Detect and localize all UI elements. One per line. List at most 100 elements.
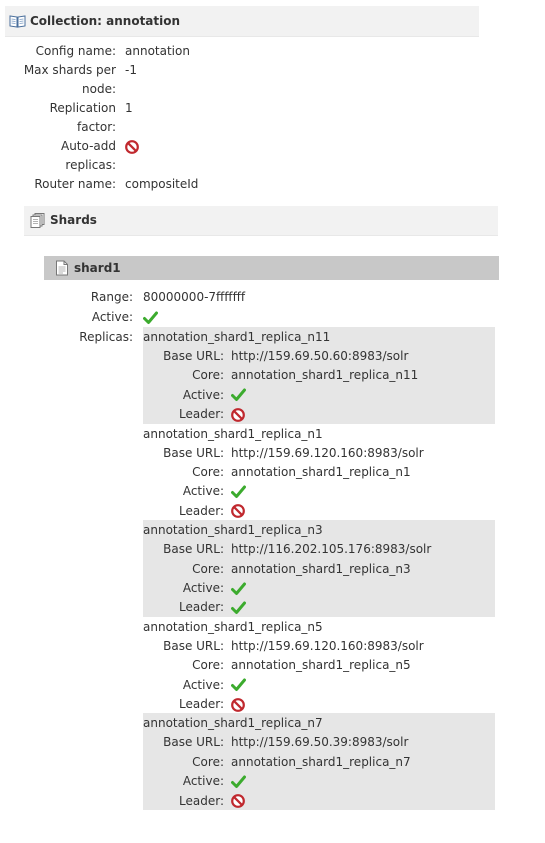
checkmark-icon <box>231 601 246 614</box>
prop-row: node: <box>0 80 480 99</box>
replica-name: annotation_shard1_replica_n7 <box>143 716 323 731</box>
shards-header[interactable]: Shards <box>24 206 498 236</box>
prop-row: Auto-add <box>0 137 480 156</box>
replica-name: annotation_shard1_replica_n5 <box>143 619 323 634</box>
checkmark-icon <box>231 388 246 402</box>
disabled-icon <box>125 139 139 154</box>
replica-base-url-label: Base URL: <box>163 445 224 460</box>
replica-active-status <box>231 579 246 598</box>
replica-leader-status <box>231 695 245 714</box>
replica-core-row: Core: annotation_shard1_replica_n11 <box>143 366 495 385</box>
prop-label: Max shards per <box>23 63 116 77</box>
replica-item: annotation_shard1_replica_n7 Base URL: htt… <box>143 713 495 810</box>
replica-core-row: Core: annotation_shard1_replica_n1 <box>143 463 495 482</box>
replica-list: annotation_shard1_replica_n11 Base URL: ht… <box>143 327 495 810</box>
replica-leader-row: Leader: <box>143 502 495 521</box>
replica-active-row: Active: <box>143 386 495 405</box>
checkmark-icon <box>231 582 246 595</box>
replica-base-url[interactable]: http://159.69.50.39:8983/solr <box>231 733 408 752</box>
replica-base-url-row: Base URL: http://159.69.50.39:8983/solr <box>143 733 495 752</box>
replica-core: annotation_shard1_replica_n5 <box>231 658 411 673</box>
replica-name: annotation_shard1_replica_n3 <box>143 523 323 538</box>
shard-active-value <box>143 308 158 327</box>
shard-active-row: Active: <box>0 308 158 327</box>
replica-leader-status <box>231 598 246 617</box>
replica-core: annotation_shard1_replica_n1 <box>231 465 411 479</box>
replica-active-status <box>231 482 246 501</box>
replica-leader-label: Leader: <box>179 697 224 711</box>
replica-active-status <box>231 676 246 695</box>
replica-base-url[interactable]: http://116.202.105.176:8983/solr <box>231 540 431 559</box>
replica-base-url-label: Base URL: <box>163 542 224 557</box>
replica-item: annotation_shard1_replica_n1 Base URL: htt… <box>143 424 495 521</box>
replica-leader-status <box>231 405 245 424</box>
replica-core-row: Core: annotation_shard1_replica_n5 <box>143 656 495 675</box>
replica-active-label: Active: <box>182 387 224 402</box>
prop-label: replicas: <box>65 158 116 172</box>
prop-row: replicas: <box>0 156 480 175</box>
replica-leader-label: Leader: <box>179 600 224 615</box>
replica-active-row: Active: <box>143 482 495 501</box>
replica-core: annotation_shard1_replica_n7 <box>231 754 411 769</box>
replica-base-url[interactable]: http://159.69.120.160:8983/solr <box>231 637 424 656</box>
replica-active-label: Active: <box>182 774 224 789</box>
replica-base-url-row: Base URL: http://116.202.105.176:8983/sol… <box>143 540 495 559</box>
prop-row: Replication 1 <box>0 99 480 118</box>
replica-item: annotation_shard1_replica_n5 Base URL: htt… <box>143 617 495 714</box>
replica-base-url-label: Base URL: <box>163 638 224 653</box>
shards-title: Shards <box>50 213 97 227</box>
replica-active-status <box>231 772 246 791</box>
checkmark-icon <box>231 775 246 788</box>
replica-base-url-label: Base URL: <box>163 349 224 363</box>
shard-range-label: Range: <box>90 290 133 304</box>
replica-leader-row: Leader: <box>143 695 495 714</box>
prop-row: factor: <box>0 118 480 137</box>
disabled-icon <box>231 697 245 712</box>
shard-replicas-label: Replicas: <box>79 330 133 344</box>
prop-label: Auto-add <box>60 139 116 153</box>
replica-base-url[interactable]: http://159.69.120.160:8983/solr <box>231 444 424 463</box>
replica-core-row: Core: annotation_shard1_replica_n3 <box>143 560 495 579</box>
prop-value: 1 <box>125 101 133 115</box>
collection-title: Collection: annotation <box>30 14 181 28</box>
replica-core-label: Core: <box>192 368 224 383</box>
replica-leader-label: Leader: <box>179 793 224 808</box>
shard-replicas-row: Replicas: <box>0 328 133 347</box>
checkmark-icon <box>231 485 246 498</box>
disabled-icon <box>231 407 245 422</box>
replica-core-row: Core: annotation_shard1_replica_n7 <box>143 753 495 772</box>
replica-active-row: Active: <box>143 579 495 598</box>
documents-icon <box>30 212 46 231</box>
prop-label: node: <box>82 82 116 96</box>
replica-active-status <box>231 386 246 405</box>
replica-core-label: Core: <box>192 561 224 576</box>
prop-label: Replication <box>49 101 116 115</box>
book-icon <box>9 14 26 31</box>
replica-item: annotation_shard1_replica_n11 Base URL: ht… <box>143 327 495 424</box>
checkmark-icon <box>231 678 246 692</box>
replica-core: annotation_shard1_replica_n3 <box>231 561 411 576</box>
collection-header: Collection: annotation <box>5 6 479 37</box>
replica-active-row: Active: <box>143 772 495 791</box>
replica-name: annotation_shard1_replica_n1 <box>143 426 323 441</box>
replica-item: annotation_shard1_replica_n3 Base URL: htt… <box>143 520 495 617</box>
replica-leader-status <box>231 502 245 521</box>
checkmark-icon <box>143 311 158 324</box>
disabled-icon <box>231 794 245 808</box>
replica-base-url-row: Base URL: http://159.69.120.160:8983/solr <box>143 444 495 463</box>
prop-value <box>125 137 139 156</box>
prop-row: Config name: annotation <box>0 42 480 61</box>
replica-base-url[interactable]: http://159.69.50.60:8983/solr <box>231 347 408 366</box>
prop-value: annotation <box>125 44 190 58</box>
replica-core-label: Core: <box>192 658 224 673</box>
replica-active-label: Active: <box>182 677 224 692</box>
collection-properties: Config name: annotation Max shards per -… <box>0 42 480 194</box>
prop-row: Max shards per -1 <box>0 61 480 80</box>
replica-base-url-row: Base URL: http://159.69.120.160:8983/solr <box>143 637 495 656</box>
shard-header[interactable]: shard1 <box>44 256 499 280</box>
replica-name: annotation_shard1_replica_n11 <box>143 330 331 344</box>
replica-leader-row: Leader: <box>143 598 495 617</box>
prop-row: Router name: compositeId <box>0 175 480 194</box>
prop-label: Config name: <box>35 44 116 58</box>
replica-leader-row: Leader: <box>143 792 495 811</box>
